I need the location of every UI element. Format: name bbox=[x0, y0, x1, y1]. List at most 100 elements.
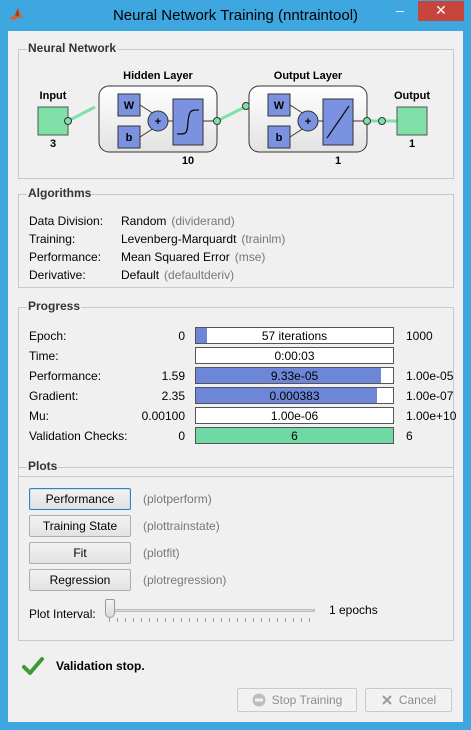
algorithm-label: Data Division: bbox=[29, 214, 104, 228]
cancel-button[interactable]: Cancel bbox=[365, 688, 452, 712]
minimize-button[interactable]: – bbox=[386, 1, 414, 21]
progress-bar: 0:00:03 bbox=[195, 347, 394, 364]
plot-interval-thumb[interactable] bbox=[105, 599, 115, 618]
algorithm-value-group: Random (dividerand) bbox=[121, 214, 235, 228]
progress-max: 1.00e-05 bbox=[406, 369, 454, 383]
progress-min: 1.59 bbox=[161, 369, 185, 383]
algorithm-function: (dividerand) bbox=[171, 214, 235, 228]
progress-max: 1.00e+10 bbox=[406, 409, 457, 423]
algorithm-value: Mean Squared Error bbox=[121, 250, 230, 264]
algorithm-value: Levenberg-Marquardt bbox=[121, 232, 237, 246]
final-node bbox=[378, 117, 386, 125]
neural-network-panel: Neural Network Input 3 Hidden Layer 10 O… bbox=[18, 41, 454, 179]
input-size: 3 bbox=[50, 138, 56, 150]
progress-min: 2.35 bbox=[161, 389, 185, 403]
regression-plot-label: Regression bbox=[49, 573, 111, 587]
training-state-plot-button[interactable]: Training State bbox=[29, 515, 131, 537]
algorithm-value: Random bbox=[121, 214, 167, 228]
regression-plot-button[interactable]: Regression bbox=[29, 569, 131, 591]
progress-label: Performance: bbox=[29, 369, 102, 383]
plots-panel: Plots Performance (plotperform) Training… bbox=[18, 459, 454, 641]
algorithm-label: Performance: bbox=[29, 250, 102, 264]
progress-max: 1000 bbox=[406, 329, 433, 343]
progress-row: Mu: 0.00100 1.00e-06 1.00e+10 bbox=[29, 407, 456, 425]
progress-row: Epoch: 0 57 iterations 1000 bbox=[29, 327, 449, 345]
performance-plot-button[interactable]: Performance bbox=[29, 488, 131, 510]
progress-panel: Progress Epoch: 0 57 iterations 1000 Tim… bbox=[18, 299, 456, 477]
regression-plot-function: (plotregression) bbox=[143, 573, 227, 587]
title-bar[interactable]: Neural Network Training (nntraintool) – … bbox=[0, 0, 471, 31]
algorithm-value-group: Default (defaultderiv) bbox=[121, 268, 234, 282]
progress-row: Gradient: 2.35 0.000383 1.00e-07 bbox=[29, 387, 453, 405]
output-layer-label: Output Layer bbox=[274, 70, 343, 82]
training-state-plot-function: (plottrainstate) bbox=[143, 519, 220, 533]
progress-max: 1.00e-07 bbox=[406, 389, 454, 403]
progress-title: Progress bbox=[27, 299, 82, 313]
algorithm-label: Derivative: bbox=[29, 268, 86, 282]
hidden-bias-symbol: b bbox=[126, 132, 133, 144]
progress-bar: 6 bbox=[195, 427, 394, 444]
input-label: Input bbox=[40, 90, 67, 102]
progress-label: Mu: bbox=[29, 409, 50, 423]
progress-value: 6 bbox=[291, 429, 298, 443]
close-icon: ✕ bbox=[435, 2, 447, 18]
network-diagram: Input 3 Hidden Layer 10 Output Layer 1 O… bbox=[37, 70, 430, 167]
hidden-layer-size: 10 bbox=[182, 155, 194, 167]
plot-interval-slider[interactable] bbox=[107, 609, 315, 612]
client-area: Neural Network Input 3 Hidden Layer 10 O… bbox=[8, 31, 463, 722]
algorithm-value-group: Levenberg-Marquardt (trainlm) bbox=[121, 232, 285, 246]
plot-interval-value: 1 epochs bbox=[329, 603, 378, 617]
progress-label: Validation Checks: bbox=[29, 429, 128, 443]
hidden-layer-label: Hidden Layer bbox=[123, 70, 193, 82]
algorithm-value-group: Mean Squared Error (mse) bbox=[121, 250, 265, 264]
progress-label: Epoch: bbox=[29, 329, 67, 343]
algorithm-function: (mse) bbox=[234, 250, 266, 264]
close-button[interactable]: ✕ bbox=[418, 1, 464, 21]
minimize-icon: – bbox=[396, 2, 404, 18]
progress-value: 1.00e-06 bbox=[270, 409, 319, 423]
progress-min: 0 bbox=[178, 329, 185, 343]
hidden-output-node bbox=[213, 117, 221, 125]
cancel-label: Cancel bbox=[398, 693, 437, 707]
progress-bar: 0.000383 bbox=[195, 387, 394, 404]
status-text: Validation stop. bbox=[56, 659, 145, 673]
fit-plot-button[interactable]: Fit bbox=[29, 542, 131, 564]
training-state-plot-label: Training State bbox=[42, 519, 118, 533]
algorithm-label: Training: bbox=[29, 232, 76, 246]
hidden-weight-symbol: W bbox=[124, 100, 135, 112]
output-block bbox=[396, 106, 428, 136]
progress-row: Validation Checks: 0 6 6 bbox=[29, 427, 449, 445]
input-block bbox=[37, 106, 69, 136]
fit-plot-label: Fit bbox=[73, 546, 87, 560]
output-sum-symbol: + bbox=[305, 116, 311, 128]
stop-training-button[interactable]: Stop Training bbox=[237, 688, 357, 712]
performance-plot-function: (plotperform) bbox=[143, 492, 212, 506]
cancel-icon bbox=[382, 695, 392, 705]
progress-label: Time: bbox=[29, 349, 59, 363]
stop-training-label: Stop Training bbox=[271, 693, 343, 707]
slider-ticks bbox=[109, 618, 315, 622]
progress-bar: 1.00e-06 bbox=[195, 407, 394, 424]
layer-output-node bbox=[363, 117, 371, 125]
progress-value: 0.000383 bbox=[269, 389, 320, 403]
algorithm-function: (trainlm) bbox=[241, 232, 286, 246]
progress-min: 0.00100 bbox=[141, 409, 185, 423]
algorithms-panel: Algorithms Data Division: Random (divider… bbox=[18, 186, 454, 288]
stop-icon bbox=[252, 693, 266, 707]
checkmark-icon bbox=[22, 657, 44, 675]
plot-interval-label: Plot Interval: bbox=[29, 607, 96, 621]
progress-value: 0:00:03 bbox=[274, 349, 315, 363]
progress-bar: 57 iterations bbox=[195, 327, 394, 344]
fit-plot-function: (plotfit) bbox=[143, 546, 180, 560]
input-node bbox=[64, 117, 72, 125]
output-input-node bbox=[242, 102, 250, 110]
output-size: 1 bbox=[409, 138, 415, 150]
progress-min: 0 bbox=[178, 429, 185, 443]
progress-row: Time: 0:00:03 bbox=[29, 347, 449, 365]
progress-value: 9.33e-05 bbox=[270, 369, 319, 383]
algorithms-title: Algorithms bbox=[27, 186, 93, 200]
algorithm-function: (defaultderiv) bbox=[164, 268, 235, 282]
plots-title: Plots bbox=[27, 459, 59, 473]
hidden-sum-symbol: + bbox=[155, 116, 161, 128]
performance-plot-label: Performance bbox=[45, 492, 115, 506]
